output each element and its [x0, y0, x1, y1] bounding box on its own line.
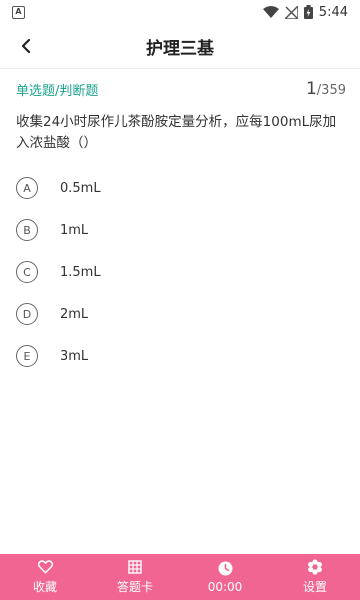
option-text: 1.5mL	[60, 264, 101, 280]
question-text: 收集24小时尿作儿茶酚胺定量分析，应每100mL尿加入浓盐酸（）	[16, 114, 337, 151]
options-list: A 0.5mL B 1mL C 1.5mL D 2mL E 3mL	[16, 167, 346, 377]
page-title: 护理三基	[146, 38, 214, 59]
timer-value: 00:00	[207, 579, 243, 594]
gear-icon	[307, 559, 323, 575]
back-button[interactable]	[14, 34, 38, 58]
tab-answer-card[interactable]: 答题卡	[90, 554, 180, 600]
battery-charging-icon	[303, 5, 313, 19]
status-time: 5:44	[318, 4, 348, 20]
header-divider	[0, 68, 360, 69]
signal-off-icon	[284, 5, 298, 19]
option-letter-badge: B	[16, 219, 38, 241]
tab-label: 收藏	[32, 580, 57, 594]
status-icons: 5:44	[262, 4, 348, 20]
bottom-tab-bar: 收藏 答题卡 00:00 设置	[0, 554, 360, 600]
option-e[interactable]: E 3mL	[16, 335, 346, 377]
tab-timer[interactable]: 00:00	[180, 554, 270, 600]
question-type-label: 单选题/判断题	[16, 83, 99, 99]
tab-label: 设置	[302, 580, 327, 594]
app-notification-icon: A	[12, 5, 25, 19]
tab-label: 答题卡	[116, 580, 153, 594]
option-letter-badge: E	[16, 345, 38, 367]
progress-total: /359	[316, 83, 346, 98]
option-letter-badge: C	[16, 261, 38, 283]
option-text: 0.5mL	[60, 180, 101, 196]
tab-favorite[interactable]: 收藏	[0, 554, 90, 600]
tab-settings[interactable]: 设置	[270, 554, 360, 600]
wifi-icon	[262, 6, 279, 18]
grid-icon	[128, 559, 142, 575]
chevron-left-icon	[21, 39, 31, 53]
status-bar: A 5:44	[0, 0, 360, 24]
option-text: 1mL	[60, 222, 89, 238]
progress-current: 1	[305, 79, 317, 99]
option-a[interactable]: A 0.5mL	[16, 167, 346, 209]
option-b[interactable]: B 1mL	[16, 209, 346, 251]
option-c[interactable]: C 1.5mL	[16, 251, 346, 293]
heart-icon	[37, 559, 53, 575]
option-letter-badge: A	[16, 177, 38, 199]
question-progress: 1/359	[306, 79, 346, 99]
option-text: 3mL	[60, 348, 89, 364]
question-meta-row: 单选题/判断题 1/359	[16, 78, 346, 100]
app-header: 护理三基	[0, 24, 360, 68]
option-d[interactable]: D 2mL	[16, 293, 346, 335]
clock-icon	[218, 561, 233, 577]
option-letter-badge: D	[16, 303, 38, 325]
option-text: 2mL	[60, 306, 89, 322]
